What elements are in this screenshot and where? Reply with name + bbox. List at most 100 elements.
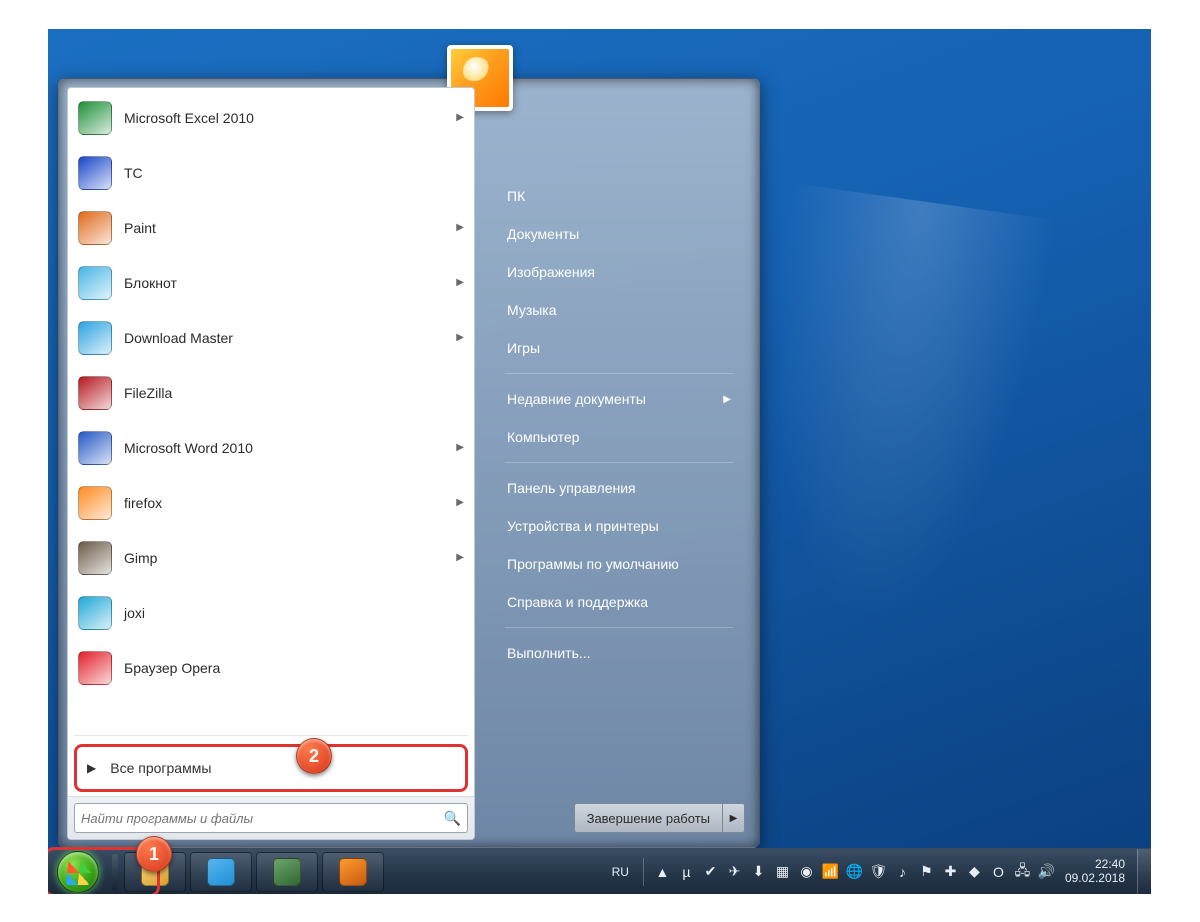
app-item-joxi[interactable]: joxi bbox=[68, 585, 474, 640]
stage: Microsoft Excel 2010▶TCPaint▶Блокнот▶Dow… bbox=[0, 0, 1200, 922]
gimp-icon bbox=[74, 537, 116, 579]
app-label: Microsoft Excel 2010 bbox=[124, 110, 254, 126]
app-item-notepad[interactable]: Блокнот ▶ bbox=[68, 255, 474, 310]
right-link[interactable]: Справка и поддержка bbox=[497, 583, 741, 621]
tray-net-icon[interactable]: 🖧 bbox=[1014, 863, 1031, 880]
right-link[interactable]: Недавние документы ▶ bbox=[497, 380, 741, 418]
tray-adguard-icon[interactable]: ◆ bbox=[966, 863, 983, 880]
right-link[interactable]: Игры bbox=[497, 329, 741, 367]
show-desktop-button[interactable] bbox=[1137, 849, 1151, 895]
taskbar-app-firefox[interactable] bbox=[322, 852, 384, 892]
right-link[interactable]: Программы по умолчанию bbox=[497, 545, 741, 583]
app-label: Paint bbox=[124, 220, 156, 236]
joxi-icon bbox=[74, 592, 116, 634]
app-label: TC bbox=[124, 165, 143, 181]
search-icon: 🔍 bbox=[444, 810, 461, 827]
tray-flag-icon[interactable]: ⚑ bbox=[918, 863, 935, 880]
tray-opera-icon[interactable]: O bbox=[990, 863, 1007, 880]
tray-up-icon[interactable]: ▲ bbox=[654, 863, 671, 880]
right-link-label: Игры bbox=[507, 340, 540, 356]
clock[interactable]: 22:40 09.02.2018 bbox=[1065, 858, 1129, 886]
app-label: Microsoft Word 2010 bbox=[124, 440, 253, 456]
chevron-right-icon: ▶ bbox=[723, 394, 731, 405]
right-link[interactable]: ПК bbox=[497, 177, 741, 215]
all-programs-button[interactable]: ▶ Все программы bbox=[74, 744, 468, 792]
app-item-gimp[interactable]: Gimp▶ bbox=[68, 530, 474, 585]
arrow-right-icon: ▶ bbox=[87, 761, 96, 775]
separator bbox=[505, 462, 733, 463]
right-link-label: Устройства и принтеры bbox=[507, 518, 659, 534]
right-link[interactable]: Выполнить... bbox=[497, 634, 741, 672]
app-label: firefox bbox=[124, 495, 162, 511]
opera-icon bbox=[74, 647, 116, 689]
chevron-right-icon: ▶ bbox=[456, 332, 464, 343]
app-item-dm[interactable]: Download Master▶ bbox=[68, 310, 474, 365]
system-tray: RU ▲ µ ✔ ✈ ⬇ ▦ ◉ 📶 🌐 🛡 ♪ ⚑ ✚ ◆ O 🖧 🔊 22:40 09.02.2018 bbox=[600, 858, 1137, 886]
start-button[interactable] bbox=[57, 851, 99, 893]
right-link-label: Компьютер bbox=[507, 429, 579, 445]
app-item-opera[interactable]: Браузер Opera bbox=[68, 640, 474, 695]
tray-sound2-icon[interactable]: ♪ bbox=[894, 863, 911, 880]
right-link[interactable]: Музыка bbox=[497, 291, 741, 329]
desktop: Microsoft Excel 2010▶TCPaint▶Блокнот▶Dow… bbox=[48, 29, 1151, 894]
chevron-right-icon: ▶ bbox=[456, 442, 464, 453]
clock-date: 09.02.2018 bbox=[1065, 872, 1125, 886]
shutdown-button[interactable]: Завершение работы bbox=[574, 803, 723, 833]
tray-globe-icon[interactable]: 🌐 bbox=[846, 863, 863, 880]
right-link[interactable]: Панель управления bbox=[497, 469, 741, 507]
right-link[interactable]: Документы bbox=[497, 215, 741, 253]
start-menu: Microsoft Excel 2010▶TCPaint▶Блокнот▶Dow… bbox=[58, 78, 760, 848]
language-indicator[interactable]: RU bbox=[608, 863, 633, 881]
tray-utorrent-icon[interactable]: µ bbox=[678, 863, 695, 880]
taskbar-app-task-manager[interactable] bbox=[256, 852, 318, 892]
tray-nvidia-icon[interactable]: ◉ bbox=[798, 863, 815, 880]
notepad-icon bbox=[74, 262, 116, 304]
right-link-label: Справка и поддержка bbox=[507, 594, 648, 610]
app-item-paint[interactable]: Paint▶ bbox=[68, 200, 474, 255]
app-label: Gimp bbox=[124, 550, 157, 566]
word-icon bbox=[74, 427, 116, 469]
tray-vol-icon[interactable]: 🔊 bbox=[1038, 863, 1055, 880]
right-link[interactable]: Устройства и принтеры bbox=[497, 507, 741, 545]
app-item-totalcmd[interactable]: TC bbox=[68, 145, 474, 200]
search-input[interactable] bbox=[81, 811, 444, 826]
clock-time: 22:40 bbox=[1065, 858, 1125, 872]
tray-dm-icon[interactable]: ⬇ bbox=[750, 863, 767, 880]
separator bbox=[505, 373, 733, 374]
right-link-label: ПК bbox=[507, 188, 525, 204]
chevron-right-icon: ▶ bbox=[456, 112, 464, 123]
right-link-label: Музыка bbox=[507, 302, 557, 318]
taskbar-app-telegram[interactable] bbox=[190, 852, 252, 892]
shutdown-group: Завершение работы ▶ bbox=[574, 803, 745, 833]
tray-icons: ▲ µ ✔ ✈ ⬇ ▦ ◉ 📶 🌐 🛡 ♪ ⚑ ✚ ◆ O 🖧 🔊 bbox=[654, 863, 1055, 880]
app-item-excel[interactable]: Microsoft Excel 2010 ▶ bbox=[68, 90, 474, 145]
app-label: Блокнот bbox=[124, 275, 177, 291]
taskbar: RU ▲ µ ✔ ✈ ⬇ ▦ ◉ 📶 🌐 🛡 ♪ ⚑ ✚ ◆ O 🖧 🔊 22:40 09.02.2018 bbox=[48, 848, 1151, 894]
all-programs-label: Все программы bbox=[110, 760, 211, 776]
right-link-label: Программы по умолчанию bbox=[507, 556, 679, 572]
firefox-icon bbox=[339, 858, 367, 886]
tray-joxi-icon[interactable]: ✚ bbox=[942, 863, 959, 880]
chevron-right-icon: ▶ bbox=[456, 497, 464, 508]
tray-wifi-icon[interactable]: 📶 bbox=[822, 863, 839, 880]
app-item-firefox[interactable]: firefox ▶ bbox=[68, 475, 474, 530]
chevron-right-icon: ▶ bbox=[456, 277, 464, 288]
search-box[interactable]: 🔍 bbox=[74, 803, 468, 833]
shutdown-label: Завершение работы bbox=[587, 811, 710, 826]
right-link[interactable]: Изображения bbox=[497, 253, 741, 291]
tray-av-icon[interactable]: 🛡 bbox=[870, 863, 887, 880]
tray-telegram-icon[interactable]: ✈ bbox=[726, 863, 743, 880]
filezilla-icon bbox=[74, 372, 116, 414]
tray-skrn-icon[interactable]: ▦ bbox=[774, 863, 791, 880]
app-label: FileZilla bbox=[124, 385, 172, 401]
right-link-label: Недавние документы bbox=[507, 391, 646, 407]
start-menu-left-pane: Microsoft Excel 2010▶TCPaint▶Блокнот▶Dow… bbox=[67, 87, 475, 840]
right-link[interactable]: Компьютер bbox=[497, 418, 741, 456]
app-item-word[interactable]: Microsoft Word 2010 ▶ bbox=[68, 420, 474, 475]
app-item-filezilla[interactable]: FileZilla bbox=[68, 365, 474, 420]
right-link-label: Панель управления bbox=[507, 480, 636, 496]
shutdown-options-button[interactable]: ▶ bbox=[723, 803, 745, 833]
totalcmd-icon bbox=[74, 152, 116, 194]
tray-check-icon[interactable]: ✔ bbox=[702, 863, 719, 880]
telegram-icon bbox=[207, 858, 235, 886]
